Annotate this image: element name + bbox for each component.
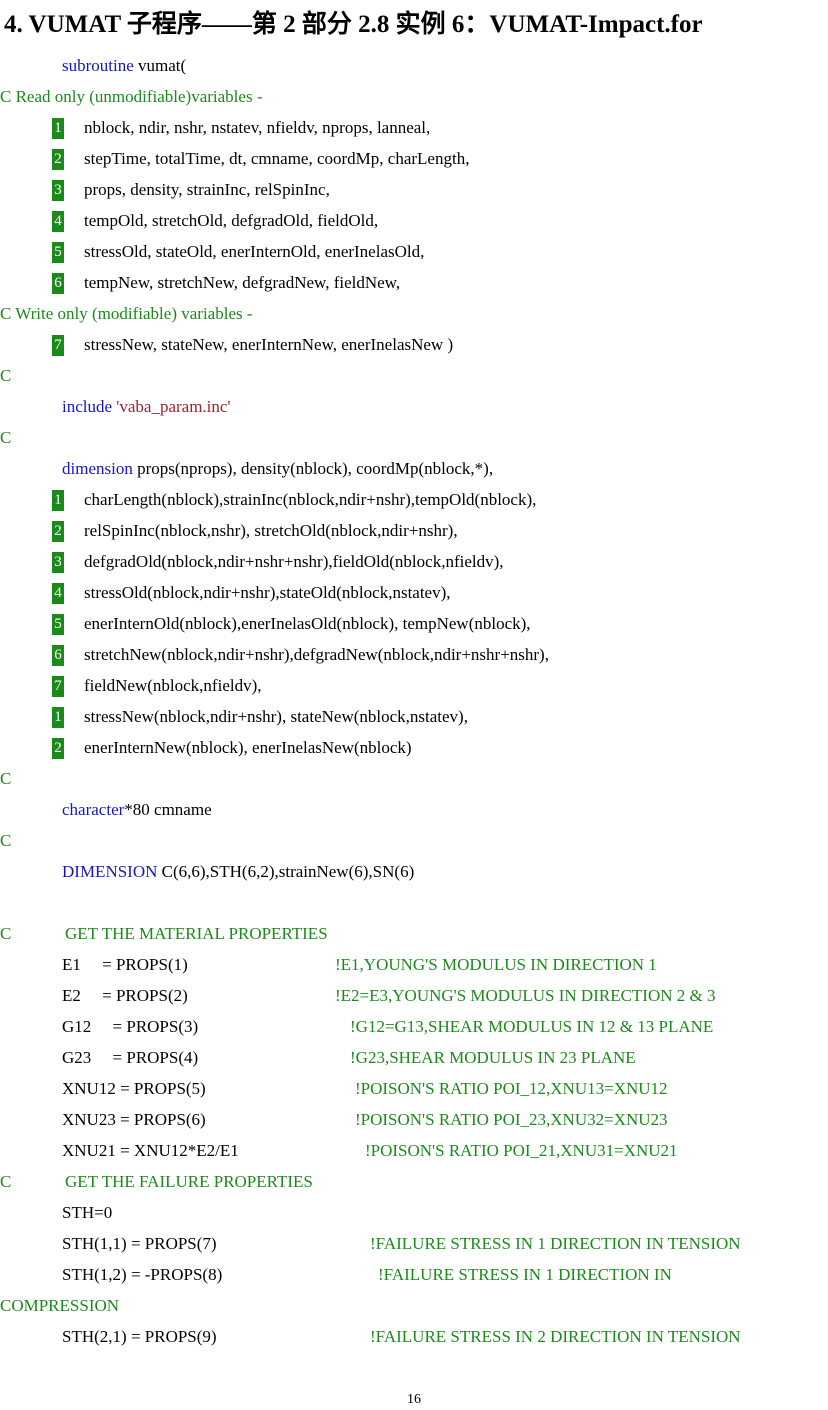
code-text: STH=0 (62, 1203, 113, 1222)
inline-comment: !FAILURE STRESS IN 1 DIRECTION IN (378, 1265, 672, 1284)
continuation-marker: 7 (52, 335, 64, 356)
code-text: stressNew, stateNew, enerInternNew, ener… (84, 335, 454, 354)
keyword: character (62, 800, 125, 819)
comment-c: C (0, 366, 12, 385)
comment-c: C (0, 831, 12, 850)
comment-c: C (0, 428, 12, 447)
code-text: G23 = PROPS(4) (62, 1048, 199, 1067)
keyword: subroutine (62, 56, 134, 75)
comment-text: COMPRESSION (0, 1296, 120, 1315)
code-text: defgradOld(nblock,ndir+nshr+nshr),fieldO… (84, 552, 504, 571)
code-text: STH(1,1) = PROPS(7) (62, 1234, 217, 1253)
comment-text: C Read only (unmodifiable)variables - (0, 87, 263, 106)
inline-comment: !G23,SHEAR MODULUS IN 23 PLANE (350, 1048, 636, 1067)
code-text: stressNew(nblock,ndir+nshr), stateNew(nb… (84, 707, 468, 726)
comment-c: C (0, 924, 12, 943)
continuation-marker: 5 (52, 614, 64, 635)
continuation-marker: 1 (52, 490, 64, 511)
code-text: G12 = PROPS(3) (62, 1017, 199, 1036)
inline-comment: !E2=E3,YOUNG'S MODULUS IN DIRECTION 2 & … (335, 986, 716, 1005)
inline-comment: !POISON'S RATIO POI_21,XNU31=XNU21 (365, 1141, 678, 1160)
code-text: enerInternOld(nblock),enerInelasOld(nblo… (84, 614, 531, 633)
code-text: relSpinInc(nblock,nshr), stretchOld(nblo… (84, 521, 458, 540)
code-text: fieldNew(nblock,nfieldv), (84, 676, 262, 695)
continuation-marker: 1 (52, 118, 64, 139)
page-number: 16 (407, 1392, 421, 1407)
continuation-marker: 3 (52, 180, 64, 201)
continuation-marker: 1 (52, 707, 64, 728)
code-text: XNU21 = XNU12*E2/E1 (62, 1141, 239, 1160)
inline-comment: !FAILURE STRESS IN 2 DIRECTION IN TENSIO… (370, 1327, 741, 1346)
code-text: E1 = PROPS(1) (62, 955, 188, 974)
continuation-marker: 4 (52, 583, 64, 604)
continuation-marker: 6 (52, 645, 64, 666)
comment-c: C (0, 1172, 12, 1191)
inline-comment: !G12=G13,SHEAR MODULUS IN 12 & 13 PLANE (350, 1017, 714, 1036)
continuation-marker: 5 (52, 242, 64, 263)
inline-comment: !E1,YOUNG'S MODULUS IN DIRECTION 1 (335, 955, 657, 974)
code-text: XNU23 = PROPS(6) (62, 1110, 206, 1129)
code-text: stretchNew(nblock,ndir+nshr),defgradNew(… (84, 645, 549, 664)
string-literal: 'vaba_param.inc' (112, 397, 231, 416)
continuation-marker: 2 (52, 149, 64, 170)
code-text: E2 = PROPS(2) (62, 986, 188, 1005)
inline-comment: !FAILURE STRESS IN 1 DIRECTION IN TENSIO… (370, 1234, 741, 1253)
comment-text: C Write only (modifiable) variables - (0, 304, 253, 323)
code-text: tempNew, stretchNew, defgradNew, fieldNe… (84, 273, 401, 292)
code-text: vumat( (133, 56, 187, 75)
code-text: props, density, strainInc, relSpinInc, (84, 180, 330, 199)
keyword: DIMENSION (62, 862, 158, 881)
code-text: XNU12 = PROPS(5) (62, 1079, 206, 1098)
code-text: stressOld(nblock,ndir+nshr),stateOld(nbl… (84, 583, 451, 602)
code-text: nblock, ndir, nshr, nstatev, nfieldv, np… (84, 118, 431, 137)
comment-text: GET THE MATERIAL PROPERTIES (65, 924, 328, 943)
comment-text: GET THE FAILURE PROPERTIES (65, 1172, 313, 1191)
keyword: dimension (62, 459, 133, 478)
page-title: 4. VUMAT 子程序——第 2 部分 2.8 实例 6：VUMAT-Impa… (4, 11, 703, 38)
code-text: enerInternNew(nblock), enerInelasNew(nbl… (84, 738, 412, 757)
code-text: C(6,6),STH(6,2),strainNew(6),SN(6) (157, 862, 415, 881)
comment-c: C (0, 769, 12, 788)
code-text: *80 cmname (124, 800, 212, 819)
continuation-marker: 6 (52, 273, 64, 294)
continuation-marker: 2 (52, 521, 64, 542)
continuation-marker: 7 (52, 676, 64, 697)
code-text: stressOld, stateOld, enerInternOld, ener… (84, 242, 425, 261)
code-text: tempOld, stretchOld, defgradOld, fieldOl… (84, 211, 379, 230)
code-text: charLength(nblock),strainInc(nblock,ndir… (84, 490, 537, 509)
continuation-marker: 4 (52, 211, 64, 232)
continuation-marker: 2 (52, 738, 64, 759)
keyword: include (62, 397, 113, 416)
continuation-marker: 3 (52, 552, 64, 573)
code-text: props(nprops), density(nblock), coordMp(… (132, 459, 494, 478)
inline-comment: !POISON'S RATIO POI_12,XNU13=XNU12 (355, 1079, 668, 1098)
inline-comment: !POISON'S RATIO POI_23,XNU32=XNU23 (355, 1110, 668, 1129)
code-text: STH(2,1) = PROPS(9) (62, 1327, 217, 1346)
code-text: STH(1,2) = -PROPS(8) (62, 1265, 223, 1284)
code-text: stepTime, totalTime, dt, cmname, coordMp… (84, 149, 470, 168)
